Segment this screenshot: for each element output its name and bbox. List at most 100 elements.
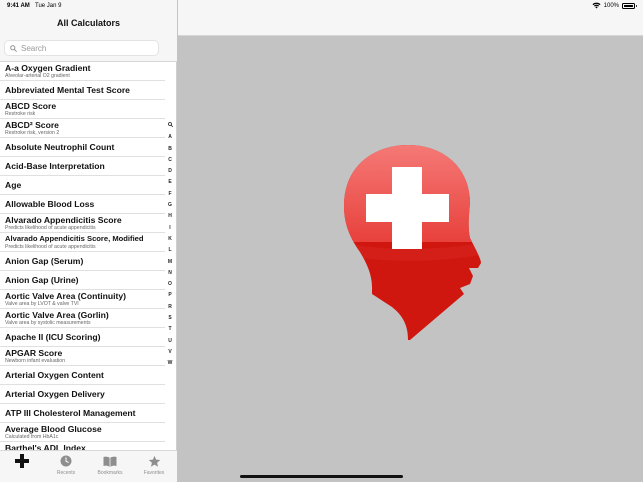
calculator-name: Alvarado Appendicitis Score, Modified [5, 234, 144, 243]
search-icon [10, 44, 17, 52]
status-right: 100% [592, 2, 637, 9]
tab-favorites[interactable]: Favorites [132, 451, 176, 482]
list-item[interactable]: ABCD² Score Restroke risk, version 2 [0, 119, 165, 138]
book-icon [103, 454, 117, 468]
calculator-name: Barthel's ADL Index [5, 443, 86, 450]
calculator-name: Age [5, 180, 22, 190]
list-item[interactable]: A-a Oxygen Gradient Alveolar-arterial O2 … [0, 62, 165, 81]
calculator-name: ABCD Score [5, 101, 57, 111]
index-letter[interactable]: A [168, 132, 172, 143]
calculator-subtitle: Calculated from HbA1c [5, 434, 59, 440]
tab-calculators[interactable] [0, 451, 44, 482]
cross-icon [15, 454, 29, 468]
calculator-subtitle: Alveolar-arterial O2 gradient [5, 73, 70, 79]
list-item[interactable]: Apache II (ICU Scoring) [0, 328, 165, 347]
index-letter[interactable]: B [168, 144, 172, 155]
calculator-name: Allowable Blood Loss [5, 199, 95, 209]
tab-label: Favorites [143, 470, 165, 476]
list-item[interactable]: Absolute Neutrophil Count [0, 138, 165, 157]
index-letter[interactable]: L [168, 245, 171, 256]
calculator-name: Anion Gap (Serum) [5, 256, 84, 266]
calculator-name: Absolute Neutrophil Count [5, 142, 115, 152]
calculator-name: Aortic Valve Area (Continuity) [5, 291, 126, 301]
calculator-name: Anion Gap (Urine) [5, 275, 79, 285]
sidebar: All Calculators A-a Oxygen GradientAlveo… [0, 0, 177, 482]
status-date: Tue Jan 9 [35, 3, 62, 9]
calculator-name: ATP III Cholesterol Management [5, 408, 136, 418]
calculator-name: APGAR Score [5, 348, 63, 358]
list-item[interactable]: Allowable Blood Loss [0, 195, 165, 214]
tab-recents[interactable]: Recents [44, 451, 88, 482]
index-letter[interactable]: H [168, 211, 172, 222]
index-letter[interactable]: F [168, 189, 171, 200]
list-item[interactable]: Anion Gap (Urine) [0, 271, 165, 290]
index-letter[interactable]: V [168, 347, 171, 358]
index-letter[interactable]: I [169, 223, 170, 234]
index-letter[interactable]: S [168, 313, 171, 324]
list-item[interactable]: Arterial Oxygen Content [0, 366, 165, 385]
calculator-name: ABCD² Score [5, 120, 59, 130]
index-letter[interactable]: W [168, 358, 173, 369]
calculator-subtitle: Valve area by systolic measurements [5, 320, 91, 326]
list-item[interactable]: Arterial Oxygen Delivery [0, 385, 165, 404]
index-letter[interactable]: R [168, 302, 172, 313]
calculator-list: A-a Oxygen Gradient Alveolar-arterial O2 … [0, 62, 165, 450]
list-item[interactable]: Barthel's ADL IndexActivities of daily l… [0, 442, 165, 450]
list-item[interactable]: APGAR Score Newborn infant evaluation [0, 347, 165, 366]
calculator-name: A-a Oxygen Gradient [5, 63, 91, 73]
list-item[interactable]: Acid-Base Interpretation [0, 157, 165, 176]
battery-icon [622, 2, 637, 9]
list-item[interactable]: Alvarado Appendicitis Score, Modified Pre… [0, 233, 165, 252]
index-letter[interactable]: K [168, 234, 172, 245]
list-item[interactable]: Aortic Valve Area (Continuity) Valve area… [0, 290, 165, 309]
list-item[interactable]: Anion Gap (Serum) [0, 252, 165, 271]
calculator-subtitle: Restroke risk [5, 111, 36, 117]
index-letter[interactable]: D [168, 166, 172, 177]
index-letter[interactable]: M [168, 257, 172, 268]
calculator-subtitle: Restroke risk, version 2 [5, 130, 60, 136]
wifi-icon [592, 2, 601, 9]
calculator-subtitle: Valve area by LVOT & valve TVI [5, 301, 79, 307]
list-item[interactable]: ATP III Cholesterol Management [0, 404, 165, 423]
list-item[interactable]: Average Blood Glucose Calculated from HbA… [0, 423, 165, 442]
status-time: 9:41 AM [7, 3, 30, 9]
list-item[interactable]: Alvarado Appendicitis Score Predicts like… [0, 214, 165, 233]
battery-percent: 100% [603, 2, 619, 9]
index-letter[interactable]: C [168, 155, 172, 166]
calculator-name: Acid-Base Interpretation [5, 161, 105, 171]
star-icon [148, 454, 161, 468]
list-item[interactable]: Abbreviated Mental Test Score [0, 81, 165, 100]
tab-bookmarks[interactable]: Bookmarks [88, 451, 132, 482]
page-title: All Calculators [56, 18, 121, 28]
calculator-name: Arterial Oxygen Delivery [5, 389, 105, 399]
tab-bar: Recents Bookmarks Favorites [0, 450, 177, 482]
index-letter[interactable]: E [168, 177, 171, 188]
index-letter[interactable]: T [168, 324, 171, 335]
search-box[interactable] [4, 40, 159, 56]
app-logo [336, 142, 486, 347]
section-index[interactable]: ABCDEFGHIKLMNOPRSTUVW [165, 121, 175, 370]
calculator-name: Aortic Valve Area (Gorlin) [5, 310, 109, 320]
calculator-name: Alvarado Appendicitis Score [5, 215, 122, 225]
calculator-name: Abbreviated Mental Test Score [5, 85, 130, 95]
index-letter[interactable]: O [168, 279, 172, 290]
index-search-icon[interactable] [167, 121, 173, 132]
index-letter[interactable]: G [168, 200, 172, 211]
status-bar: 9:41 AM Tue Jan 9 100% [0, 0, 643, 12]
calculator-name: Arterial Oxygen Content [5, 370, 104, 380]
tab-label: Recents [56, 470, 76, 476]
list-item[interactable]: ABCD Score Restroke risk [0, 100, 165, 119]
index-letter[interactable]: N [168, 268, 172, 279]
clock-icon [60, 454, 72, 468]
index-letter[interactable]: U [168, 336, 172, 347]
search-input[interactable] [21, 43, 151, 53]
list-item[interactable]: Aortic Valve Area (Gorlin) Valve area by … [0, 309, 165, 328]
home-indicator [240, 475, 403, 478]
list-item[interactable]: Age [0, 176, 165, 195]
index-letter[interactable]: P [168, 290, 171, 301]
calculator-subtitle: Predicts likelihood of acute appendiciti… [5, 244, 96, 250]
tab-label: Bookmarks [97, 470, 123, 476]
calculator-name: Average Blood Glucose [5, 424, 102, 434]
calculator-subtitle: Newborn infant evaluation [5, 358, 65, 364]
calculator-name: Apache II (ICU Scoring) [5, 332, 101, 342]
